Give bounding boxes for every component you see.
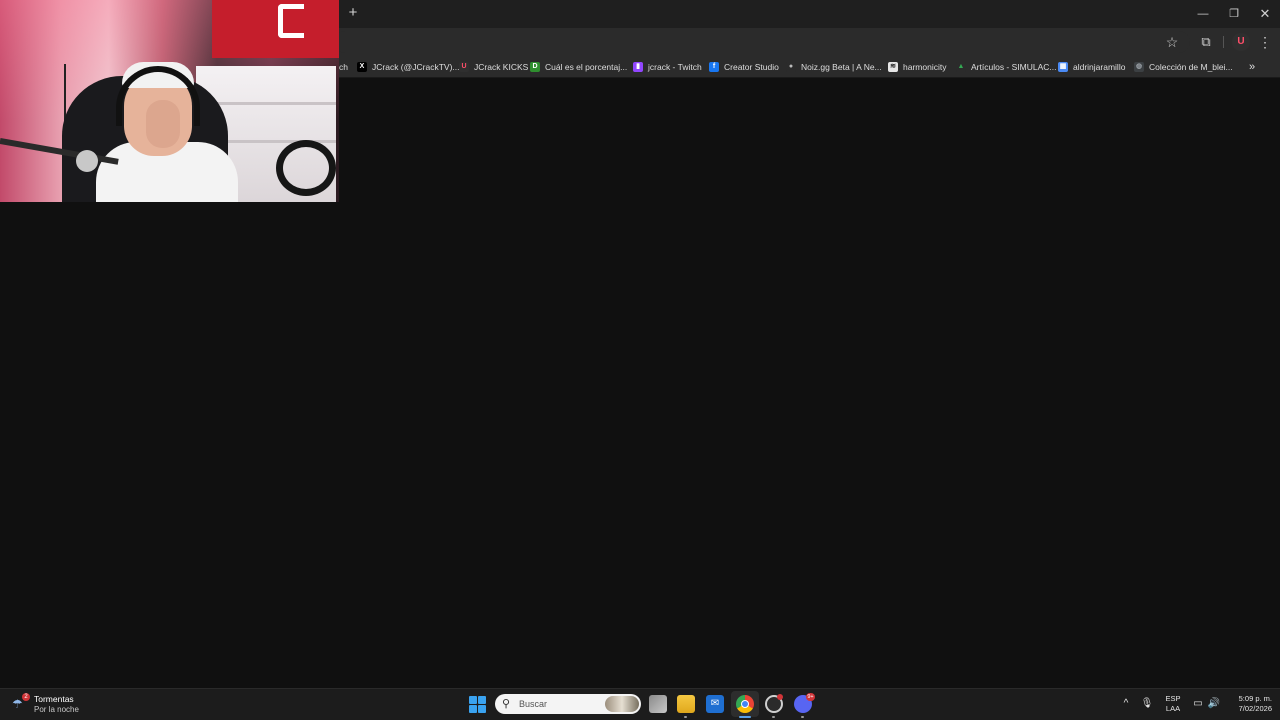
- bookmark-label: Colección de M_blei...: [1149, 62, 1233, 72]
- bookmarks-overflow-icon[interactable]: »: [1249, 59, 1263, 75]
- bookmark-item[interactable]: ● Noiz.gg Beta | A Ne...: [786, 59, 882, 75]
- webcam-overlay: [0, 0, 339, 202]
- language-code: ESP: [1165, 694, 1181, 703]
- obs-recording-badge: [777, 694, 783, 700]
- bookmark-item[interactable]: ▲ Artículos - SIMULAC...: [956, 59, 1057, 75]
- minimize-button[interactable]: —: [1187, 0, 1219, 28]
- bookmark-item[interactable]: ch: [339, 59, 348, 75]
- harmonicity-icon: ≋: [888, 62, 898, 72]
- bookmark-item[interactable]: ◍ Colección de M_blei...: [1134, 59, 1233, 75]
- browser-menu-icon[interactable]: ⋮: [1256, 33, 1274, 51]
- webcam-microphone: [76, 150, 98, 172]
- webcam-steering-wheel: [276, 140, 336, 196]
- x-icon: X: [357, 62, 367, 72]
- volume-icon[interactable]: 🔊: [1207, 697, 1221, 711]
- language-indicator[interactable]: ESP LAA: [1164, 694, 1182, 714]
- start-tile: [469, 696, 477, 704]
- running-indicator: [801, 716, 804, 718]
- discord-badge: 9+: [806, 693, 815, 701]
- table-icon: ▦: [1058, 62, 1068, 72]
- bookmark-item[interactable]: f Creator Studio: [709, 59, 779, 75]
- active-indicator: [739, 716, 751, 718]
- facebook-icon: f: [709, 62, 719, 72]
- weather-subtitle[interactable]: Por la noche: [34, 705, 79, 714]
- bookmark-label: jcrack - Twitch: [648, 62, 702, 72]
- start-tile: [478, 705, 486, 713]
- start-tile: [478, 696, 486, 704]
- clock-time: 5:09 p. m.: [1238, 694, 1272, 703]
- kick-profile-icon: U: [459, 62, 469, 72]
- start-menu-icon[interactable]: [469, 696, 486, 713]
- webcam-person-hand: [146, 100, 180, 148]
- network-icon[interactable]: ▭: [1191, 697, 1205, 711]
- globe-icon: ◍: [1134, 62, 1144, 72]
- microphone-icon[interactable]: 🎙: [1140, 697, 1154, 711]
- bookmark-item[interactable]: X JCrack (@JCrackTV)...: [357, 59, 460, 75]
- search-placeholder: Buscar: [519, 699, 548, 709]
- weather-badge: 2: [22, 693, 30, 701]
- folder-icon[interactable]: [677, 695, 695, 713]
- bookmark-label: JCrack KICKS: [474, 62, 529, 72]
- tray-overflow-chevron-icon[interactable]: ^: [1119, 697, 1133, 711]
- system-clock[interactable]: 5:09 p. m. 7/02/2026: [1226, 694, 1272, 714]
- bookmark-label: Noiz.gg Beta | A Ne...: [801, 62, 882, 72]
- weather-title[interactable]: Tormentas: [34, 694, 74, 704]
- running-indicator: [772, 716, 775, 718]
- bookmark-item[interactable]: D Cuál es el porcentaj...: [530, 59, 627, 75]
- bookmark-label: Cuál es el porcentaj...: [545, 62, 628, 72]
- bookmark-label: ch: [339, 62, 348, 72]
- search-highlight-image[interactable]: [605, 696, 639, 712]
- bookmark-star-icon[interactable]: ☆: [1163, 33, 1181, 51]
- new-tab-button[interactable]: +: [344, 4, 362, 22]
- start-tile: [469, 705, 477, 713]
- bookmark-label: Artículos - SIMULAC...: [971, 62, 1057, 72]
- noiz-icon: ●: [786, 62, 796, 72]
- bookmark-label: JCrack (@JCrackTV)...: [372, 62, 460, 72]
- bookmark-label: Creator Studio: [724, 62, 779, 72]
- running-indicator: [684, 716, 687, 718]
- profile-avatar[interactable]: U: [1232, 33, 1250, 51]
- toolbar-divider: [1223, 36, 1224, 48]
- webcam-logo-banner: [212, 0, 339, 58]
- bookmark-item[interactable]: U JCrack KICKS: [459, 59, 528, 75]
- bookmark-item[interactable]: ≋ harmonicity: [888, 59, 946, 75]
- bookmark-label: aldrinjaramillo: [1073, 62, 1126, 72]
- kick-icon: D: [530, 62, 540, 72]
- extensions-icon[interactable]: ⧉: [1197, 33, 1215, 51]
- clock-date: 7/02/2026: [1238, 704, 1272, 713]
- webcam-logo-mark: [278, 4, 304, 38]
- search-icon: ⚲: [502, 698, 511, 710]
- bookmark-label: harmonicity: [903, 62, 947, 72]
- bookmark-item[interactable]: ▦ aldrinjaramillo: [1058, 59, 1125, 75]
- address-bar[interactable]: [334, 31, 1190, 53]
- google-drive-icon: ▲: [956, 62, 966, 72]
- twitch-icon: ▮: [633, 62, 643, 72]
- restore-button[interactable]: ❐: [1218, 0, 1250, 28]
- bookmark-item[interactable]: ▮ jcrack - Twitch: [633, 59, 702, 75]
- keyboard-layout: LAA: [1165, 704, 1181, 713]
- chrome-icon-center: [741, 700, 749, 708]
- mail-icon[interactable]: ✉: [706, 695, 724, 713]
- close-button[interactable]: ✕: [1249, 0, 1280, 28]
- task-view-icon[interactable]: [649, 695, 667, 713]
